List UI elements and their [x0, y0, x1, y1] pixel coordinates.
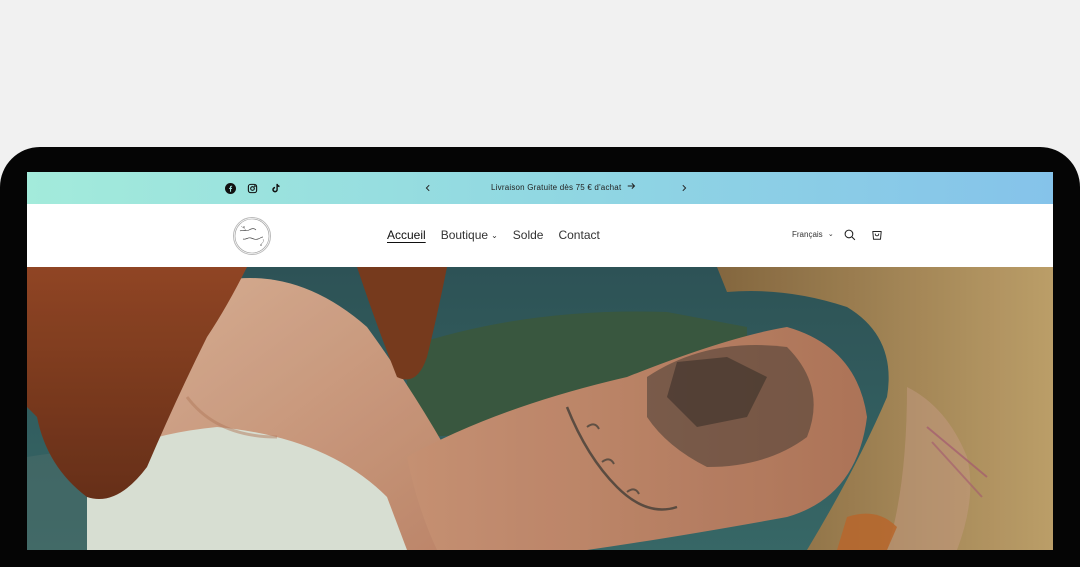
chevron-down-icon: ⌄	[827, 231, 834, 238]
tiktok-icon[interactable]	[268, 181, 282, 195]
language-selector[interactable]: Français ⌄	[792, 230, 834, 239]
hero-image	[27, 267, 1053, 550]
chevron-left-icon[interactable]	[420, 180, 436, 196]
nav-item-solde[interactable]: Solde	[513, 228, 544, 242]
browser-screen: Livraison Gratuite dès 75 € d'achat Accu…	[27, 172, 1053, 550]
announcement-link[interactable]: Livraison Gratuite dès 75 € d'achat	[491, 182, 636, 192]
chevron-down-icon: ⌄	[491, 231, 498, 240]
nav-item-boutique[interactable]: Boutique ⌄	[441, 228, 498, 242]
language-label: Français	[792, 230, 823, 239]
announcement-bar: Livraison Gratuite dès 75 € d'achat	[27, 172, 1053, 204]
chevron-right-icon[interactable]	[676, 180, 692, 196]
main-nav: Accueil Boutique ⌄ Solde Contact	[387, 228, 600, 242]
search-icon[interactable]	[842, 227, 858, 243]
announcement-text: Livraison Gratuite dès 75 € d'achat	[491, 182, 622, 192]
nav-item-boutique-label: Boutique	[440, 228, 489, 242]
logo[interactable]	[233, 217, 271, 255]
cart-icon[interactable]	[869, 227, 885, 243]
facebook-icon[interactable]	[223, 181, 237, 195]
site-header: Accueil Boutique ⌄ Solde Contact Français…	[27, 204, 1053, 267]
nav-item-accueil[interactable]: Accueil	[387, 228, 426, 242]
arrow-right-icon	[627, 182, 636, 192]
instagram-icon[interactable]	[245, 181, 259, 195]
nav-item-contact[interactable]: Contact	[558, 228, 599, 242]
